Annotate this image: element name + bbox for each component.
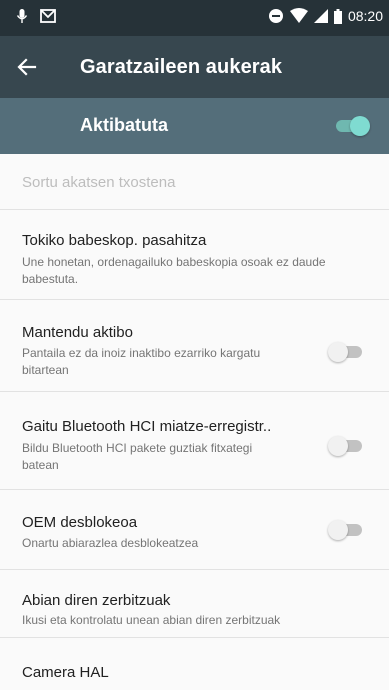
item-title: Tokiko babeskop. pasahitza (22, 232, 207, 249)
master-toggle-bar[interactable]: Aktibatuta (0, 98, 389, 154)
item-subtitle: Pantaila ez da inoiz inaktibo ezarriko k… (22, 346, 261, 377)
list-item-camera-hal[interactable]: Camera HAL (0, 638, 389, 690)
back-arrow-icon[interactable] (14, 54, 40, 80)
switch-thumb (328, 342, 348, 362)
item-title: Sortu akatsen txostena (22, 174, 176, 191)
stay-awake-switch[interactable] (328, 342, 364, 362)
status-time: 08:20 (347, 8, 383, 24)
master-toggle-label: Aktibatuta (80, 115, 169, 135)
list-item-bluetooth-hci[interactable]: Gaitu Bluetooth HCI miatze-erregistr.. B… (0, 392, 389, 490)
switch-thumb (350, 116, 370, 136)
switch-thumb (328, 520, 348, 540)
bluetooth-hci-switch[interactable] (328, 436, 364, 456)
item-subtitle: Ikusi eta kontrolatu unean abian diren z… (22, 613, 281, 627)
oem-unlock-switch[interactable] (328, 520, 364, 540)
cell-signal-icon (313, 9, 328, 23)
switch-thumb (328, 436, 348, 456)
item-title: Gaitu Bluetooth HCI miatze-erregistr.. (22, 418, 272, 435)
item-title: OEM desblokeoa (22, 514, 138, 531)
status-bar: 08:20 (0, 0, 389, 36)
wifi-icon (289, 8, 308, 24)
gmail-icon (40, 9, 56, 23)
list-item-stay-awake[interactable]: Mantendu aktibo Pantaila ez da inoiz ina… (0, 300, 389, 392)
app-bar: Garatzaileen aukerak (0, 36, 389, 98)
list-item-backup-password[interactable]: Tokiko babeskop. pasahitza Une honetan, … (0, 210, 389, 300)
microphone-icon (16, 8, 28, 24)
list-item-running-services[interactable]: Abian diren zerbitzuak Ikusi eta kontrol… (0, 570, 389, 638)
list-item-oem-unlock[interactable]: OEM desblokeoa Onartu abiarazlea desblok… (0, 490, 389, 570)
battery-icon (333, 8, 342, 24)
status-right-icons: 08:20 (268, 8, 383, 24)
page-title: Garatzaileen aukerak (80, 56, 283, 78)
item-title: Abian diren zerbitzuak (22, 592, 171, 609)
item-subtitle: Bildu Bluetooth HCI pakete guztiak fitxa… (22, 441, 253, 472)
item-subtitle: Onartu abiarazlea desblokeatzea (22, 536, 199, 550)
item-title: Camera HAL (22, 664, 109, 681)
master-toggle-switch[interactable] (334, 116, 370, 136)
status-left-icons (16, 8, 56, 24)
item-subtitle: Une honetan, ordenagailuko babeskopia os… (22, 255, 326, 286)
list-item-bug-report: Sortu akatsen txostena (0, 154, 389, 210)
item-title: Mantendu aktibo (22, 324, 133, 341)
do-not-disturb-icon (268, 8, 284, 24)
